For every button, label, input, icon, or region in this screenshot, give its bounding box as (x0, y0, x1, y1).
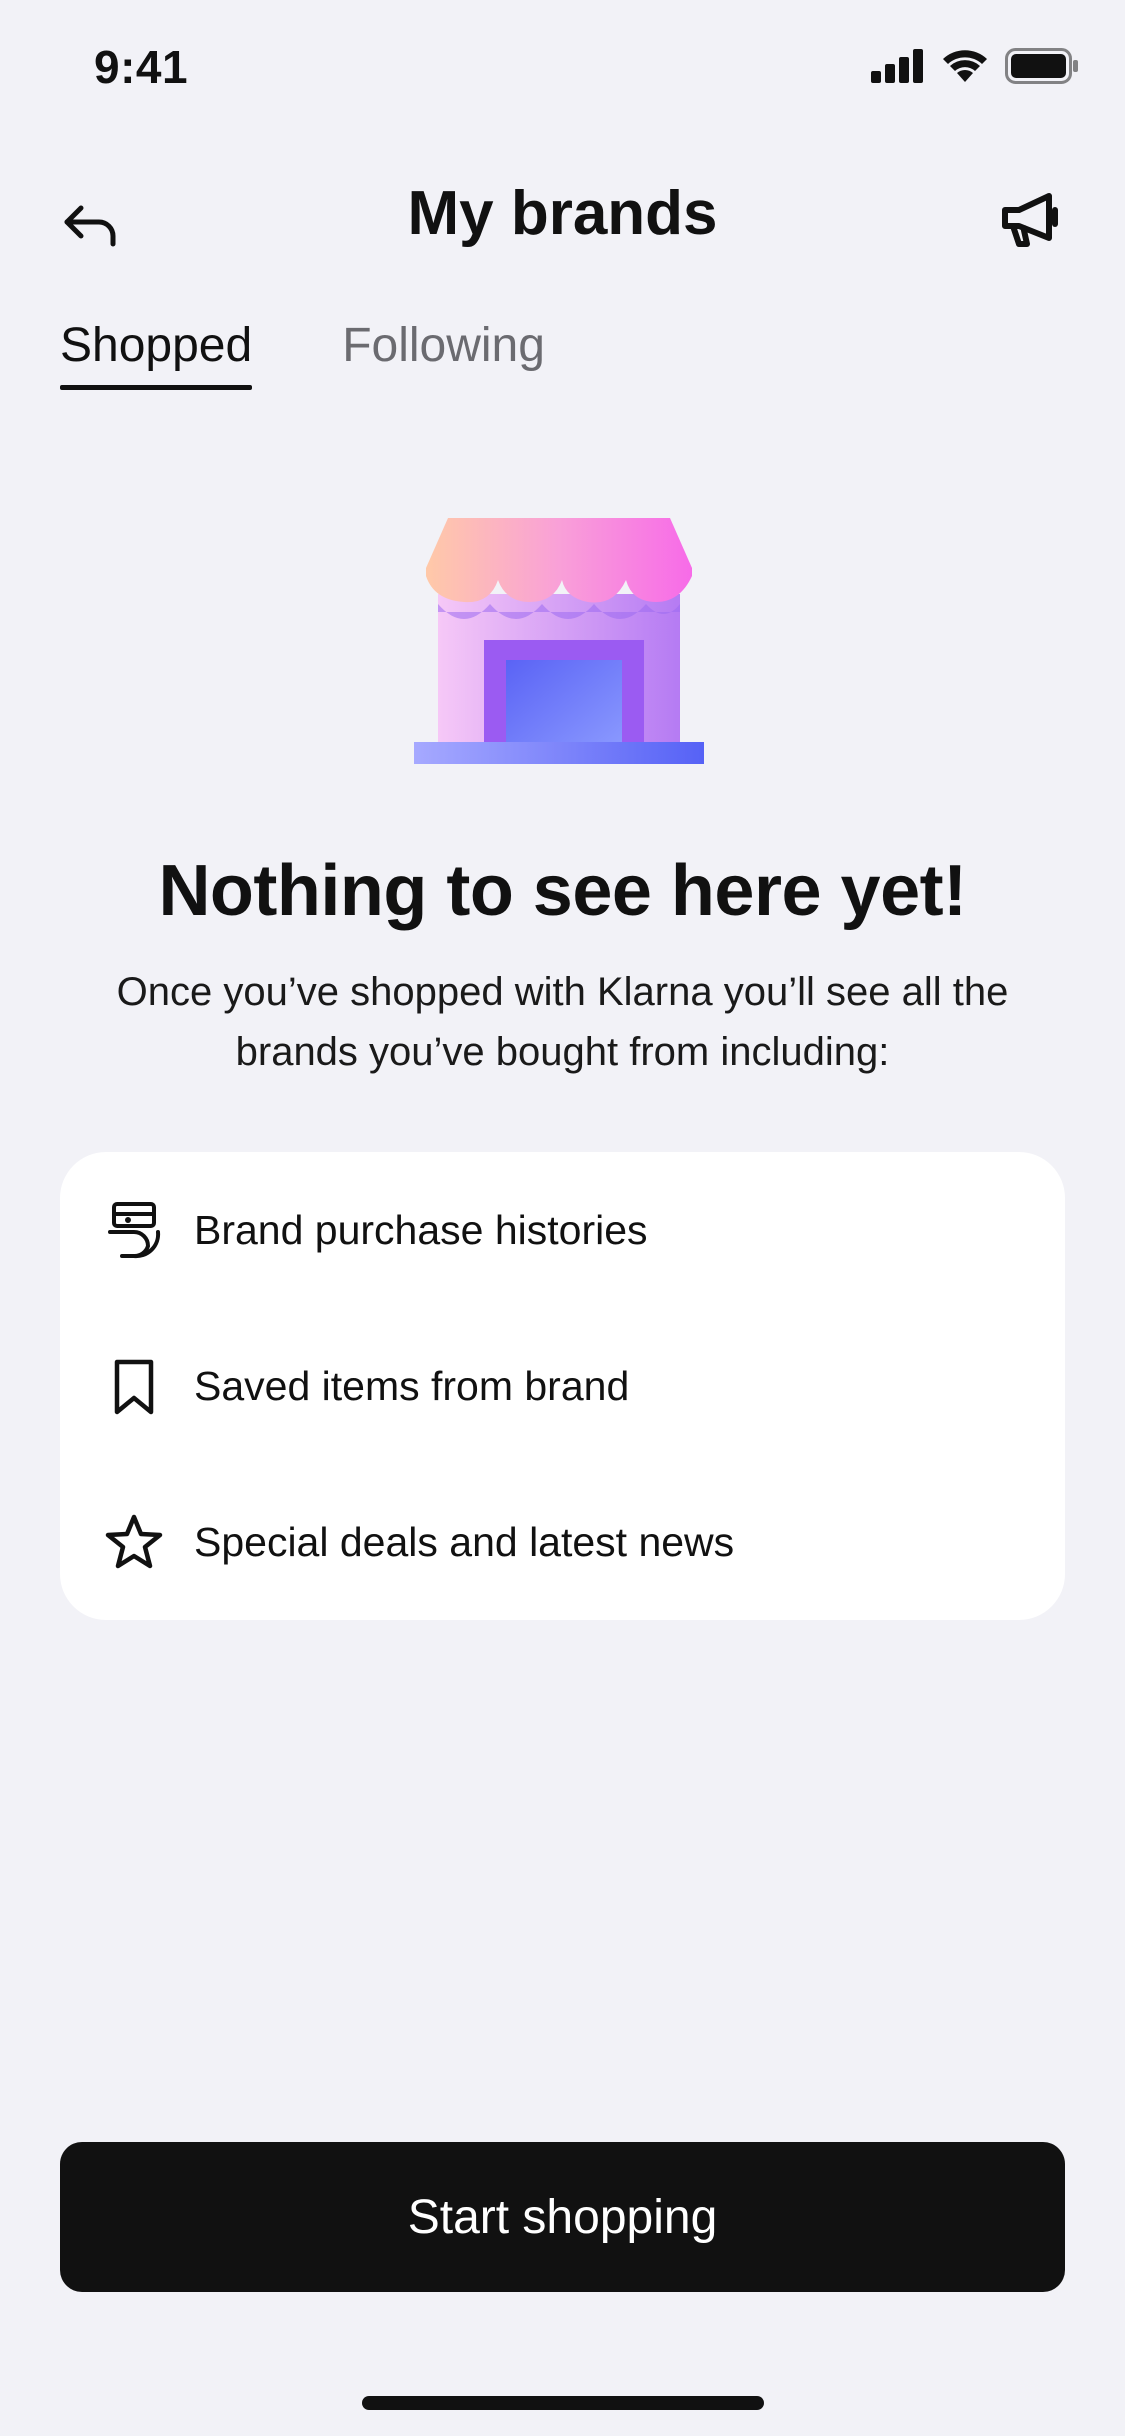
megaphone-icon (1002, 193, 1058, 247)
status-time: 9:41 (94, 41, 189, 93)
empty-state-description: Once you’ve shopped with Klarna you’ll s… (116, 970, 1009, 1074)
tab-bar: Shopped Following (60, 318, 545, 390)
features-card: Brand purchase histories Saved items fro… (60, 1152, 1065, 1620)
feature-item: Saved items from brand (104, 1341, 629, 1431)
status-bar: 9:41 (0, 0, 1125, 140)
start-shopping-button[interactable]: Start shopping (60, 2142, 1065, 2292)
battery-icon (1005, 48, 1078, 84)
feature-item: Brand purchase histories (104, 1185, 648, 1275)
feature-item: Special deals and latest news (104, 1497, 734, 1587)
tab-shopped[interactable]: Shopped (60, 318, 253, 390)
store-illustration (414, 518, 704, 764)
bookmark-icon (104, 1356, 164, 1416)
tab-following[interactable]: Following (342, 318, 545, 390)
feature-label: Special deals and latest news (194, 1518, 735, 1565)
page-title: My brands (407, 179, 718, 248)
nav-bar: My brands (0, 160, 1125, 270)
receipt-icon (104, 1200, 164, 1260)
home-indicator (362, 2396, 764, 2410)
empty-state-title: Nothing to see here yet! (158, 851, 967, 931)
wifi-icon (943, 50, 987, 82)
feature-label: Brand purchase histories (194, 1206, 648, 1253)
feature-label: Saved items from brand (194, 1362, 630, 1409)
cellular-signal-icon (871, 49, 923, 83)
star-icon (104, 1512, 164, 1572)
announcements-button[interactable] (993, 182, 1069, 258)
status-icons (871, 48, 1079, 84)
